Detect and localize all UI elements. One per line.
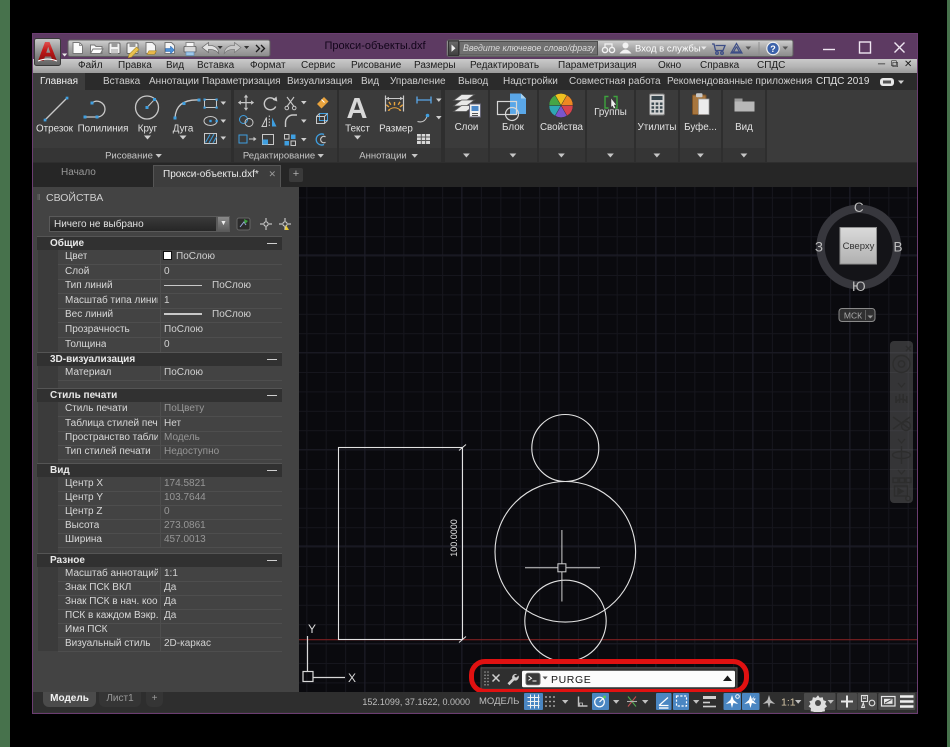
svg-text:А: А xyxy=(347,93,368,125)
svg-text:Блок: Блок xyxy=(502,122,525,133)
svg-text:Дуга: Дуга xyxy=(173,124,194,135)
svg-text:Вход в службы: Вход в службы xyxy=(635,44,701,55)
svg-text:Аннотации: Аннотации xyxy=(359,151,407,162)
svg-text:Свойства: Свойства xyxy=(540,122,584,133)
svg-text:Слои: Слои xyxy=(455,122,479,133)
svg-text:З: З xyxy=(815,240,823,255)
svg-text:Утилиты: Утилиты xyxy=(638,122,677,133)
svg-text:Отрезок: Отрезок xyxy=(36,124,74,135)
svg-text:Полилиния: Полилиния xyxy=(78,124,129,135)
svg-text:Введите ключевое слово/фразу: Введите ключевое слово/фразу xyxy=(463,43,596,53)
svg-text:В: В xyxy=(893,240,902,255)
svg-text:С: С xyxy=(854,200,864,215)
svg-text:Сверху: Сверху xyxy=(843,241,875,252)
svg-text:?: ? xyxy=(770,44,776,54)
svg-text:X: X xyxy=(348,671,356,685)
svg-text:Редактирование: Редактирование xyxy=(243,151,315,162)
svg-text:Группы: Группы xyxy=(594,107,627,118)
svg-text:100.0000: 100.0000 xyxy=(449,519,459,557)
svg-text:МСК: МСК xyxy=(844,311,862,321)
svg-text:Размер: Размер xyxy=(379,124,413,135)
svg-text:1:1: 1:1 xyxy=(781,697,796,709)
svg-text:Y: Y xyxy=(308,622,316,636)
svg-text:Вид: Вид xyxy=(735,122,753,133)
svg-text:Буфе...: Буфе... xyxy=(684,122,717,133)
svg-text:Рисование: Рисование xyxy=(105,151,153,162)
svg-text:Круг: Круг xyxy=(138,124,158,135)
svg-text:Ю: Ю xyxy=(852,279,866,294)
svg-text:Текст: Текст xyxy=(345,124,370,135)
